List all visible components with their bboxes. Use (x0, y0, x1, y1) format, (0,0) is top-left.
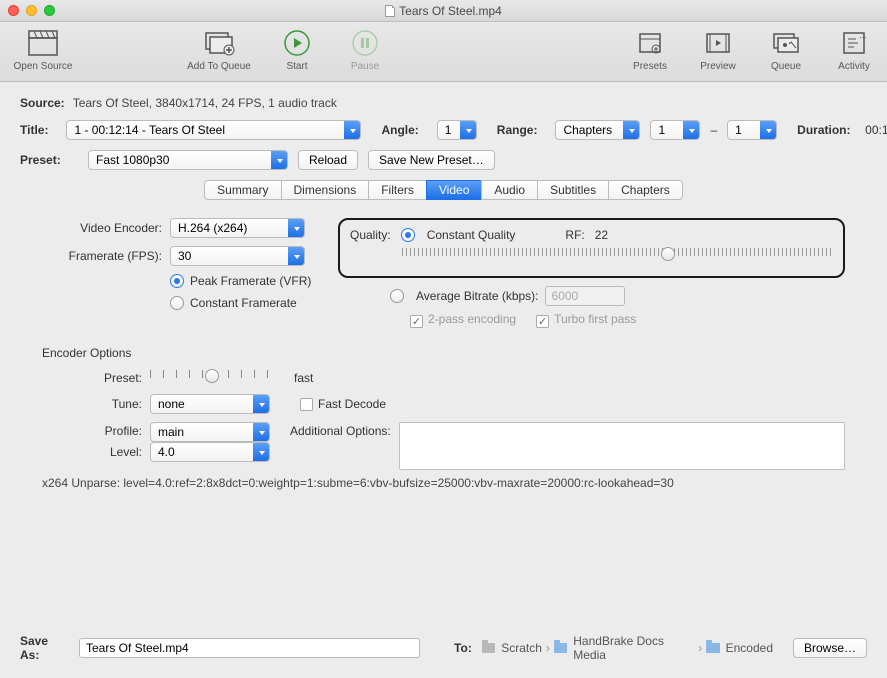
range-label: Range: (497, 123, 538, 137)
enc-preset-value: fast (294, 371, 313, 385)
titlebar: Tears Of Steel.mp4 (0, 0, 887, 22)
preview-button[interactable]: Preview (693, 26, 743, 72)
enc-preset-label: Preset: (42, 371, 142, 385)
video-encoder-label: Video Encoder: (42, 221, 162, 235)
chevron-right-icon: › (546, 641, 550, 655)
quality-box: Quality: Constant Quality RF: 22 (338, 218, 845, 278)
open-source-button[interactable]: Open Source (8, 26, 78, 72)
activity-button[interactable]: ⋯ Activity (829, 26, 879, 72)
video-encoder-select[interactable]: H.264 (x264) (170, 218, 305, 238)
tab-subtitles[interactable]: Subtitles (537, 180, 608, 200)
pause-button[interactable]: Pause (340, 26, 390, 72)
pause-icon (352, 26, 378, 60)
tabs: Summary Dimensions Filters Video Audio S… (20, 180, 867, 200)
start-button[interactable]: Start (272, 26, 322, 72)
tab-chapters[interactable]: Chapters (608, 180, 683, 200)
reload-button[interactable]: Reload (298, 150, 358, 170)
title-label: Title: (20, 123, 48, 137)
quality-label: Quality: (350, 228, 391, 242)
fast-decode-label: Fast Decode (318, 397, 386, 411)
avg-bitrate-label: Average Bitrate (kbps): (416, 289, 539, 303)
fast-decode-checkbox[interactable] (300, 398, 313, 411)
additional-options-input[interactable] (399, 422, 845, 470)
destination-path[interactable]: Scratch › HandBrake Docs Media › Encoded (482, 634, 773, 662)
range-mode-select[interactable]: Chapters (555, 120, 640, 140)
x264-unparse: x264 Unparse: level=4.0:ref=2:8x8dct=0:w… (42, 476, 845, 490)
profile-label: Profile: (42, 422, 142, 438)
presets-button[interactable]: Presets (625, 26, 675, 72)
presets-icon (638, 26, 662, 60)
fps-select[interactable]: 30 (170, 246, 305, 266)
level-select[interactable]: 4.0 (150, 442, 270, 462)
minimize-window-button[interactable] (26, 5, 37, 16)
tune-select[interactable]: none (150, 394, 270, 414)
toolbar: Open Source Add To Queue Start Pause Pre… (0, 22, 887, 82)
avg-bitrate-radio[interactable] (390, 289, 404, 303)
window-controls (8, 5, 55, 16)
additional-options-label: Additional Options: (290, 422, 391, 438)
turbo-checkbox[interactable] (536, 315, 549, 328)
add-to-queue-button[interactable]: Add To Queue (184, 26, 254, 72)
folder-icon (554, 643, 567, 653)
folder-icon (482, 643, 495, 653)
level-label: Level: (42, 445, 142, 459)
tune-label: Tune: (42, 397, 142, 411)
constant-framerate-radio[interactable] (170, 296, 184, 310)
angle-label: Angle: (381, 123, 418, 137)
preset-label: Preset: (20, 153, 70, 167)
svg-text:⋯: ⋯ (859, 33, 866, 42)
constant-quality-radio[interactable] (401, 228, 415, 242)
window-title: Tears Of Steel.mp4 (0, 4, 887, 18)
queue-icon (772, 26, 800, 60)
quality-slider[interactable] (402, 248, 833, 264)
fps-label: Framerate (FPS): (42, 249, 162, 263)
enc-preset-slider[interactable] (150, 370, 280, 386)
turbo-label: Turbo first pass (554, 312, 636, 326)
profile-select[interactable]: main (150, 422, 270, 442)
peak-framerate-label: Peak Framerate (VFR) (190, 274, 311, 288)
save-new-preset-button[interactable]: Save New Preset… (368, 150, 495, 170)
browse-button[interactable]: Browse… (793, 638, 867, 658)
rf-value: 22 (595, 228, 608, 242)
angle-select[interactable]: 1 (437, 120, 477, 140)
footer: Save As: To: Scratch › HandBrake Docs Me… (20, 634, 867, 662)
folder-icon (706, 643, 719, 653)
queue-button[interactable]: Queue (761, 26, 811, 72)
play-icon (284, 26, 310, 60)
zoom-window-button[interactable] (44, 5, 55, 16)
constant-framerate-label: Constant Framerate (190, 296, 297, 310)
two-pass-checkbox[interactable] (410, 315, 423, 328)
range-dash: – (710, 123, 717, 137)
close-window-button[interactable] (8, 5, 19, 16)
rf-label: RF: (565, 228, 584, 242)
two-pass-label: 2-pass encoding (428, 312, 516, 326)
preview-icon (705, 26, 731, 60)
to-label: To: (454, 641, 472, 655)
save-as-label: Save As: (20, 634, 69, 662)
preset-select[interactable]: Fast 1080p30 (88, 150, 288, 170)
tab-filters[interactable]: Filters (368, 180, 426, 200)
source-label: Source: (20, 96, 65, 110)
duration-value: 00:12:14 (865, 123, 887, 137)
tab-audio[interactable]: Audio (481, 180, 537, 200)
clapperboard-icon (28, 26, 58, 60)
source-value: Tears Of Steel, 3840x1714, 24 FPS, 1 aud… (73, 96, 337, 110)
peak-framerate-radio[interactable] (170, 274, 184, 288)
encoder-options-header: Encoder Options (42, 346, 845, 360)
range-from-select[interactable]: 1 (650, 120, 700, 140)
chevron-right-icon: › (698, 641, 702, 655)
save-as-input[interactable] (79, 638, 420, 658)
tab-summary[interactable]: Summary (204, 180, 280, 200)
tab-dimensions[interactable]: Dimensions (281, 180, 369, 200)
title-select[interactable]: 1 - 00:12:14 - Tears Of Steel (66, 120, 361, 140)
range-to-select[interactable]: 1 (727, 120, 777, 140)
tab-video[interactable]: Video (426, 180, 481, 200)
duration-label: Duration: (797, 123, 847, 137)
document-icon (385, 5, 395, 17)
avg-bitrate-input[interactable] (545, 286, 625, 306)
add-queue-icon (203, 26, 235, 60)
activity-icon: ⋯ (842, 26, 866, 60)
constant-quality-label: Constant Quality (427, 228, 516, 242)
